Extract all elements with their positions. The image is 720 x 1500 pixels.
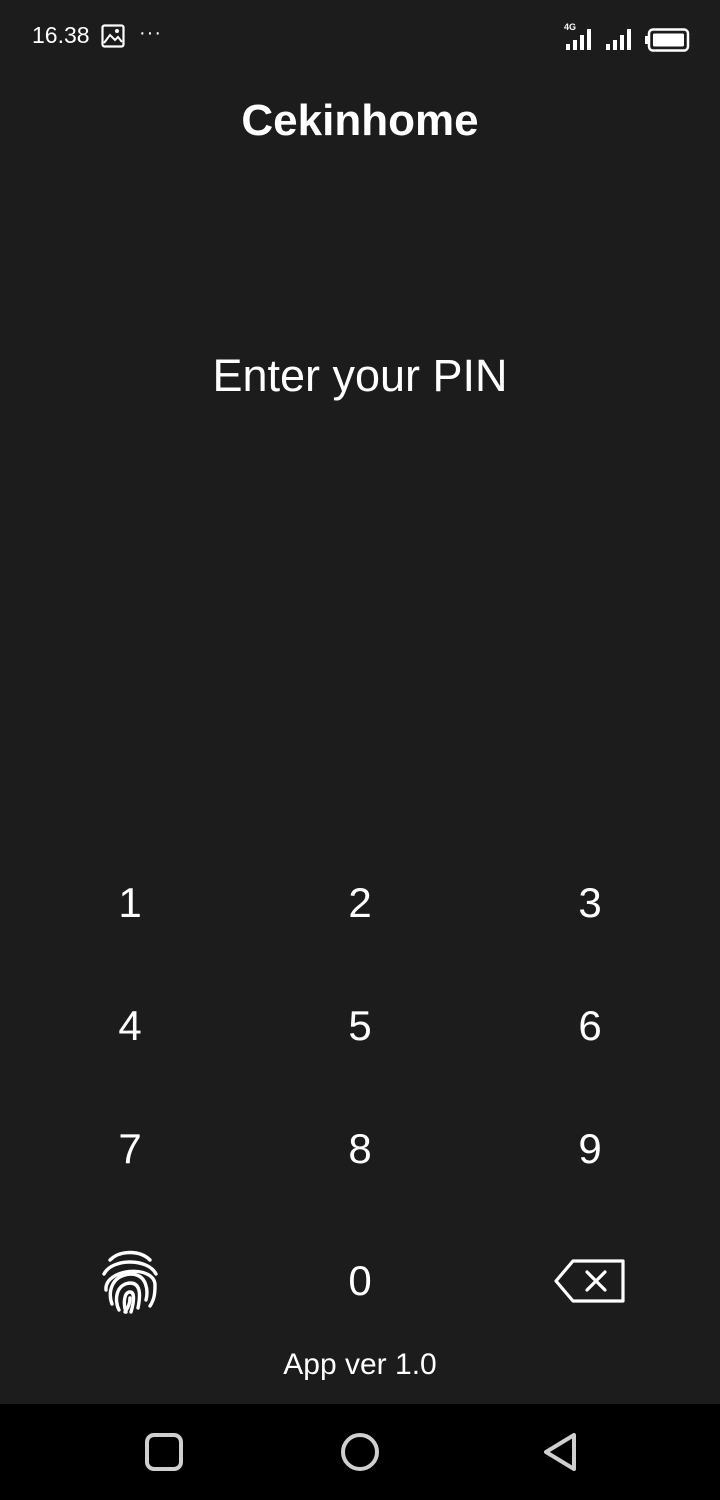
app-version: App ver 1.0 (283, 1348, 437, 1381)
fingerprint-button[interactable] (30, 1226, 230, 1336)
key-6[interactable]: 6 (490, 971, 690, 1081)
back-button[interactable] (538, 1430, 582, 1474)
key-9[interactable]: 9 (490, 1094, 690, 1204)
recents-button[interactable] (142, 1430, 186, 1474)
recents-square-icon (142, 1433, 186, 1478)
pin-screen: 16.38 ··· 4G Cekinhome Enter your PIN 1 … (0, 0, 720, 1500)
key-3[interactable]: 3 (490, 848, 690, 958)
pin-prompt: Enter your PIN (212, 350, 508, 401)
backspace-icon (553, 1258, 627, 1304)
key-2[interactable]: 2 (260, 848, 460, 958)
status-indicators: 4G (564, 22, 690, 52)
status-time: 16.38 (32, 22, 90, 48)
backspace-button[interactable] (490, 1226, 690, 1336)
gallery-icon (101, 24, 125, 48)
more-dots-icon: ··· (139, 22, 162, 44)
signal-4g-icon: 4G (564, 22, 592, 52)
navigation-bar (0, 1404, 720, 1500)
fingerprint-icon (98, 1246, 162, 1316)
battery-icon (644, 28, 690, 52)
home-button[interactable] (338, 1430, 382, 1474)
key-5[interactable]: 5 (260, 971, 460, 1081)
back-triangle-icon (538, 1433, 582, 1478)
signal-icon (604, 26, 632, 52)
key-7[interactable]: 7 (30, 1094, 230, 1204)
app-title: Cekinhome (241, 96, 479, 145)
key-8[interactable]: 8 (260, 1094, 460, 1204)
status-bar: 16.38 ··· 4G (0, 0, 720, 72)
home-circle-icon (338, 1433, 382, 1478)
key-0[interactable]: 0 (260, 1226, 460, 1336)
key-4[interactable]: 4 (30, 971, 230, 1081)
key-1[interactable]: 1 (30, 848, 230, 958)
